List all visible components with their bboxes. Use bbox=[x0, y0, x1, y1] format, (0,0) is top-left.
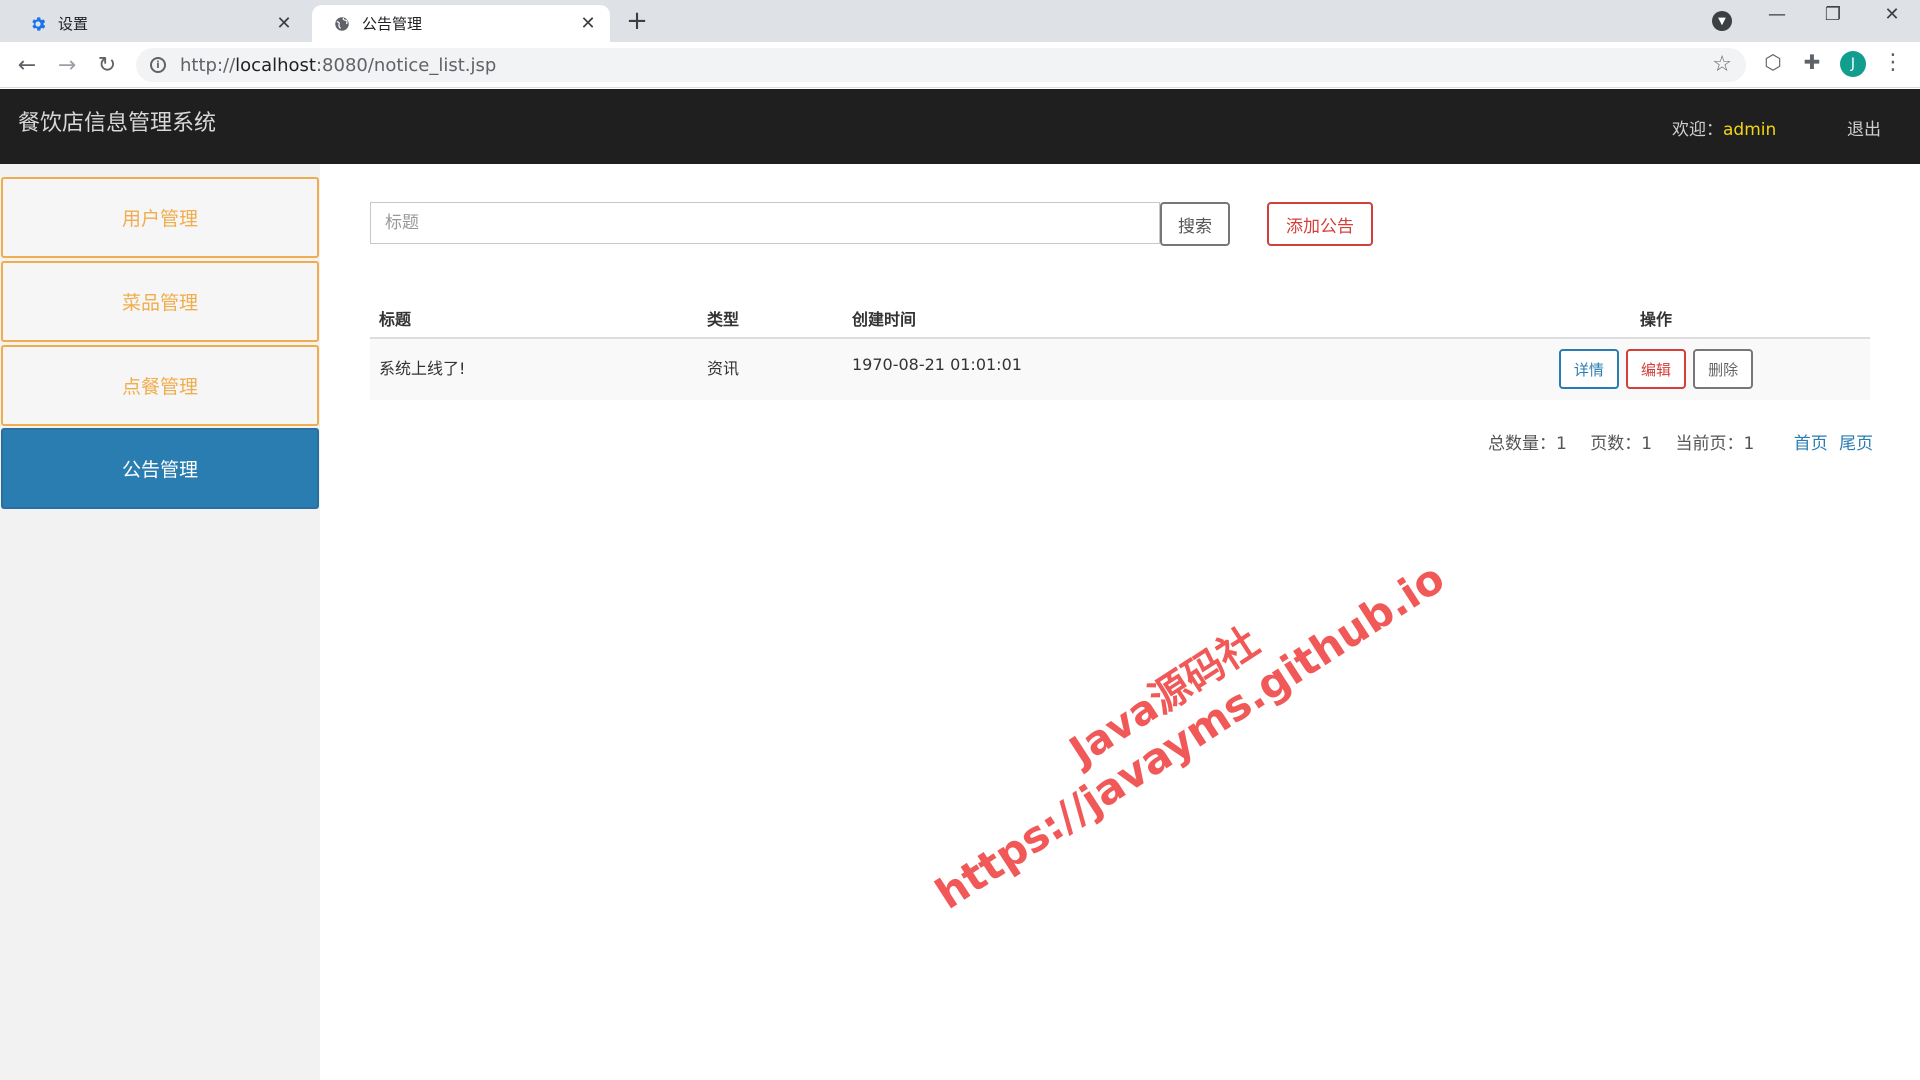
tab-notice-management[interactable]: 公告管理 ✕ bbox=[312, 5, 610, 42]
last-page-link[interactable]: 尾页 bbox=[1839, 434, 1873, 454]
extension-icon[interactable]: ⬡ bbox=[1758, 50, 1788, 74]
cell-type: 资讯 bbox=[698, 338, 843, 400]
current-page: 当前页：1 bbox=[1675, 434, 1755, 454]
add-notice-button[interactable]: 添加公告 bbox=[1267, 202, 1373, 246]
cell-title: 系统上线了! bbox=[370, 338, 698, 400]
username: admin bbox=[1723, 120, 1777, 140]
tab-label: 设置 bbox=[58, 15, 89, 33]
forward-icon[interactable]: → bbox=[52, 50, 82, 80]
sidebar-item-orders[interactable]: 点餐管理 bbox=[1, 345, 319, 426]
address-bar: ← → ↻ i http://localhost:8080/notice_lis… bbox=[0, 42, 1920, 88]
logout-link[interactable]: 退出 bbox=[1847, 115, 1881, 140]
column-header-title: 标题 bbox=[370, 298, 698, 339]
table-header-row: 标题 类型 创建时间 操作 bbox=[370, 298, 1870, 339]
close-icon[interactable]: ✕ bbox=[274, 13, 294, 34]
browser-tab-bar: 设置 ✕ 公告管理 ✕ + ▼ — ❐ ✕ bbox=[0, 0, 1920, 42]
kebab-menu-icon[interactable]: ⋮ bbox=[1882, 50, 1904, 75]
minimize-icon[interactable]: — bbox=[1757, 4, 1797, 25]
sidebar-item-users[interactable]: 用户管理 bbox=[1, 177, 319, 258]
reload-icon[interactable]: ↻ bbox=[92, 50, 122, 80]
sidebar: 用户管理 菜品管理 点餐管理 公告管理 bbox=[0, 164, 320, 1080]
cell-actions: 详情 编辑 删除 bbox=[1433, 338, 1870, 400]
column-header-created: 创建时间 bbox=[843, 298, 1433, 339]
back-icon[interactable]: ← bbox=[12, 50, 42, 80]
notice-table: 标题 类型 创建时间 操作 系统上线了! 资讯 1970-08-21 01:01… bbox=[370, 298, 1870, 400]
column-header-type: 类型 bbox=[698, 298, 843, 339]
table-row: 系统上线了! 资讯 1970-08-21 01:01:01 详情 编辑 删除 bbox=[370, 338, 1870, 400]
total-count: 总数量：1 bbox=[1488, 434, 1567, 454]
app-header: 餐饮店信息管理系统 欢迎：admin 退出 bbox=[0, 89, 1920, 164]
globe-icon bbox=[332, 14, 352, 34]
welcome-label: 欢迎： bbox=[1672, 120, 1723, 140]
url-path: :8080/notice_list.jsp bbox=[315, 54, 497, 76]
search-input[interactable] bbox=[370, 202, 1160, 244]
tab-settings[interactable]: 设置 ✕ bbox=[8, 5, 306, 42]
close-window-icon[interactable]: ✕ bbox=[1872, 4, 1912, 25]
detail-button[interactable]: 详情 bbox=[1558, 349, 1619, 389]
star-icon[interactable]: ☆ bbox=[1712, 52, 1732, 77]
sidebar-item-dishes[interactable]: 菜品管理 bbox=[1, 261, 319, 342]
new-tab-icon[interactable]: + bbox=[622, 6, 652, 36]
gear-icon bbox=[28, 14, 48, 34]
main-content: 搜索 添加公告 标题 类型 创建时间 操作 系统上线了! 资讯 1970-08-… bbox=[320, 164, 1920, 1080]
url-scheme: http:// bbox=[180, 54, 236, 76]
puzzle-icon[interactable]: ✚ bbox=[1797, 50, 1827, 74]
tab-label: 公告管理 bbox=[362, 15, 423, 33]
close-icon[interactable]: ✕ bbox=[578, 13, 598, 34]
delete-button[interactable]: 删除 bbox=[1693, 349, 1754, 389]
info-icon[interactable]: i bbox=[150, 57, 166, 73]
first-page-link[interactable]: 首页 bbox=[1794, 434, 1828, 454]
app-title: 餐饮店信息管理系统 bbox=[18, 111, 217, 136]
avatar[interactable]: J bbox=[1840, 51, 1866, 77]
restore-icon[interactable]: ❐ bbox=[1813, 4, 1853, 25]
url-input[interactable]: i http://localhost:8080/notice_list.jsp … bbox=[136, 48, 1746, 82]
url-host: localhost bbox=[235, 54, 316, 76]
search-button[interactable]: 搜索 bbox=[1160, 202, 1230, 246]
column-header-actions: 操作 bbox=[1433, 298, 1870, 339]
welcome-text: 欢迎：admin bbox=[1672, 115, 1776, 140]
cell-created: 1970-08-21 01:01:01 bbox=[843, 338, 1433, 400]
sidebar-item-notices[interactable]: 公告管理 bbox=[1, 428, 319, 509]
page-count: 页数：1 bbox=[1590, 434, 1653, 454]
pagination: 总数量：1 页数：1 当前页：1 首页 尾页 bbox=[1488, 429, 1873, 454]
edit-button[interactable]: 编辑 bbox=[1626, 349, 1686, 389]
chevron-down-icon[interactable]: ▼ bbox=[1712, 11, 1732, 31]
